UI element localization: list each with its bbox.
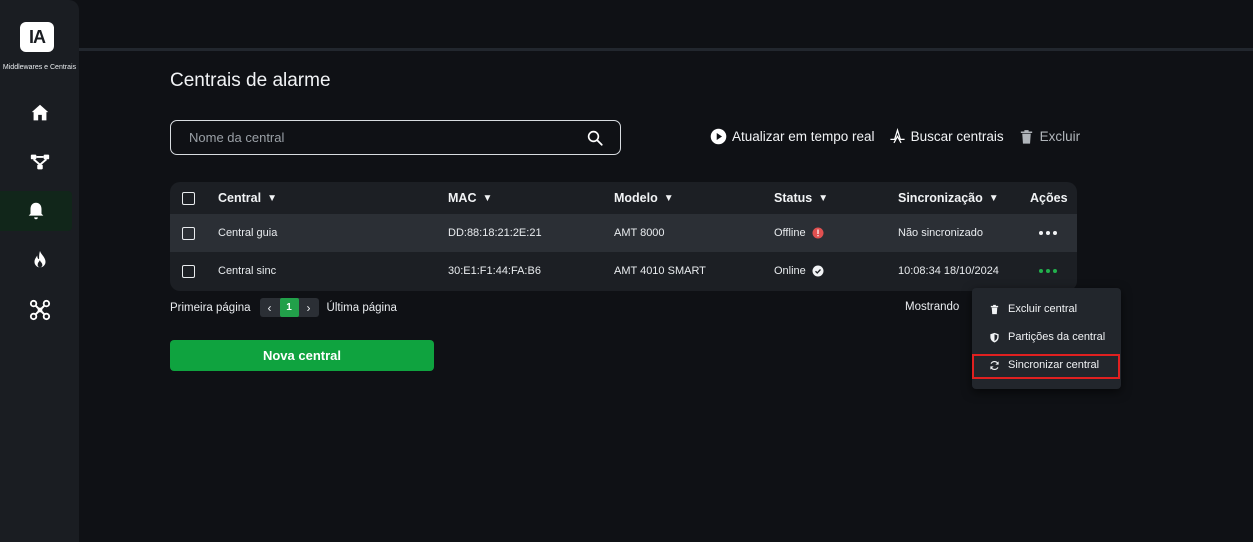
search-centrals-button[interactable]: Buscar centrais	[889, 128, 1004, 145]
delete-label: Excluir	[1039, 129, 1081, 144]
drone-icon	[29, 299, 50, 321]
chevron-left-icon[interactable]: ‹	[260, 301, 280, 315]
pagination: Primeira página ‹ 1 › Última página	[170, 298, 397, 317]
cell-modelo: AMT 8000	[614, 227, 665, 239]
network-icon	[30, 154, 49, 170]
realtime-update-button[interactable]: Atualizar em tempo real	[710, 128, 875, 145]
row-actions-button[interactable]	[1039, 231, 1057, 235]
shield-icon	[990, 332, 999, 343]
cell-sync: 10:08:34 18/10/2024	[898, 265, 999, 277]
last-page-link[interactable]: Última página	[327, 302, 397, 314]
logo-text: IA	[29, 26, 46, 47]
sidebar-item-drones[interactable]	[0, 290, 79, 330]
cell-modelo: AMT 4010 SMART	[614, 265, 706, 277]
cell-central: Central sinc	[218, 265, 277, 277]
app-logo[interactable]: IA	[20, 22, 54, 52]
highlight-box	[972, 354, 1120, 379]
sidebar-item-alarms[interactable]	[0, 191, 72, 231]
menu-item-partitions[interactable]: Partições da central	[989, 331, 1105, 343]
menu-item-delete-central[interactable]: Excluir central	[989, 303, 1077, 315]
sort-caret-icon: ▼	[663, 192, 674, 204]
header-divider	[79, 48, 1253, 51]
table-row[interactable]: Central sinc 30:E1:F1:44:FA:B6 AMT 4010 …	[170, 252, 1077, 290]
sort-caret-icon: ▼	[988, 192, 999, 204]
more-icon	[1039, 231, 1057, 235]
row-actions-button[interactable]	[1039, 269, 1057, 273]
sort-caret-icon: ▼	[818, 192, 829, 204]
sidebar-item-fire[interactable]	[0, 240, 79, 280]
sidebar-item-home[interactable]	[0, 93, 79, 133]
search-icon[interactable]	[586, 129, 604, 147]
cell-mac: DD:88:18:21:2E:21	[448, 227, 542, 239]
toolbar: Atualizar em tempo real Buscar centrais …	[710, 128, 1094, 145]
cell-central: Central guia	[218, 227, 278, 239]
sort-caret-icon: ▼	[267, 192, 277, 204]
header-sync[interactable]: Sincronização ▼	[898, 191, 999, 205]
row-checkbox[interactable]	[182, 264, 195, 278]
search-box	[170, 120, 621, 155]
row-checkbox[interactable]	[182, 226, 195, 240]
alert-icon	[812, 227, 824, 239]
trash-icon	[990, 304, 999, 314]
search-centrals-label: Buscar centrais	[910, 129, 1004, 144]
header-mac[interactable]: MAC ▼	[448, 191, 492, 205]
sidebar: IA Middlewares e Centrais	[0, 0, 79, 542]
cell-sync: Não sincronizado	[898, 227, 983, 239]
home-icon	[31, 104, 48, 121]
realtime-update-label: Atualizar em tempo real	[732, 129, 875, 144]
delete-button[interactable]: Excluir	[1018, 128, 1081, 145]
header-actions: Ações	[1030, 191, 1068, 205]
table-row[interactable]: Central guia DD:88:18:21:2E:21 AMT 8000 …	[170, 214, 1077, 252]
new-central-button[interactable]: Nova central	[170, 340, 434, 371]
play-circle-icon	[710, 128, 727, 145]
first-page-link[interactable]: Primeira página	[170, 302, 251, 314]
bell-icon	[28, 202, 44, 220]
select-all-checkbox[interactable]	[182, 191, 195, 205]
check-circle-icon	[812, 265, 824, 277]
cell-status: Offline	[774, 227, 824, 239]
more-icon	[1039, 269, 1057, 273]
centrals-table: Central ▼ MAC ▼ Modelo ▼ Status ▼ Sincroniza…	[170, 182, 1077, 291]
sort-caret-icon: ▼	[482, 192, 493, 204]
page-controls: ‹ 1 ›	[259, 298, 319, 317]
header-central[interactable]: Central ▼	[218, 191, 277, 205]
header-modelo[interactable]: Modelo ▼	[614, 191, 674, 205]
signal-pulse-icon	[889, 128, 905, 144]
page-title: Centrais de alarme	[170, 70, 331, 91]
chevron-right-icon[interactable]: ›	[299, 301, 319, 315]
cell-mac: 30:E1:F1:44:FA:B6	[448, 265, 541, 277]
header-status[interactable]: Status ▼	[774, 191, 828, 205]
flame-icon	[34, 250, 45, 268]
brand-subtitle: Middlewares e Centrais	[2, 64, 77, 71]
table-header: Central ▼ MAC ▼ Modelo ▼ Status ▼ Sincroniza…	[170, 182, 1077, 214]
trash-icon	[1020, 130, 1032, 144]
cell-status: Online	[774, 265, 824, 277]
sidebar-item-network[interactable]	[0, 142, 79, 182]
showing-label: Mostrando	[905, 301, 960, 313]
search-input[interactable]	[187, 129, 586, 146]
current-page[interactable]: 1	[279, 298, 299, 317]
